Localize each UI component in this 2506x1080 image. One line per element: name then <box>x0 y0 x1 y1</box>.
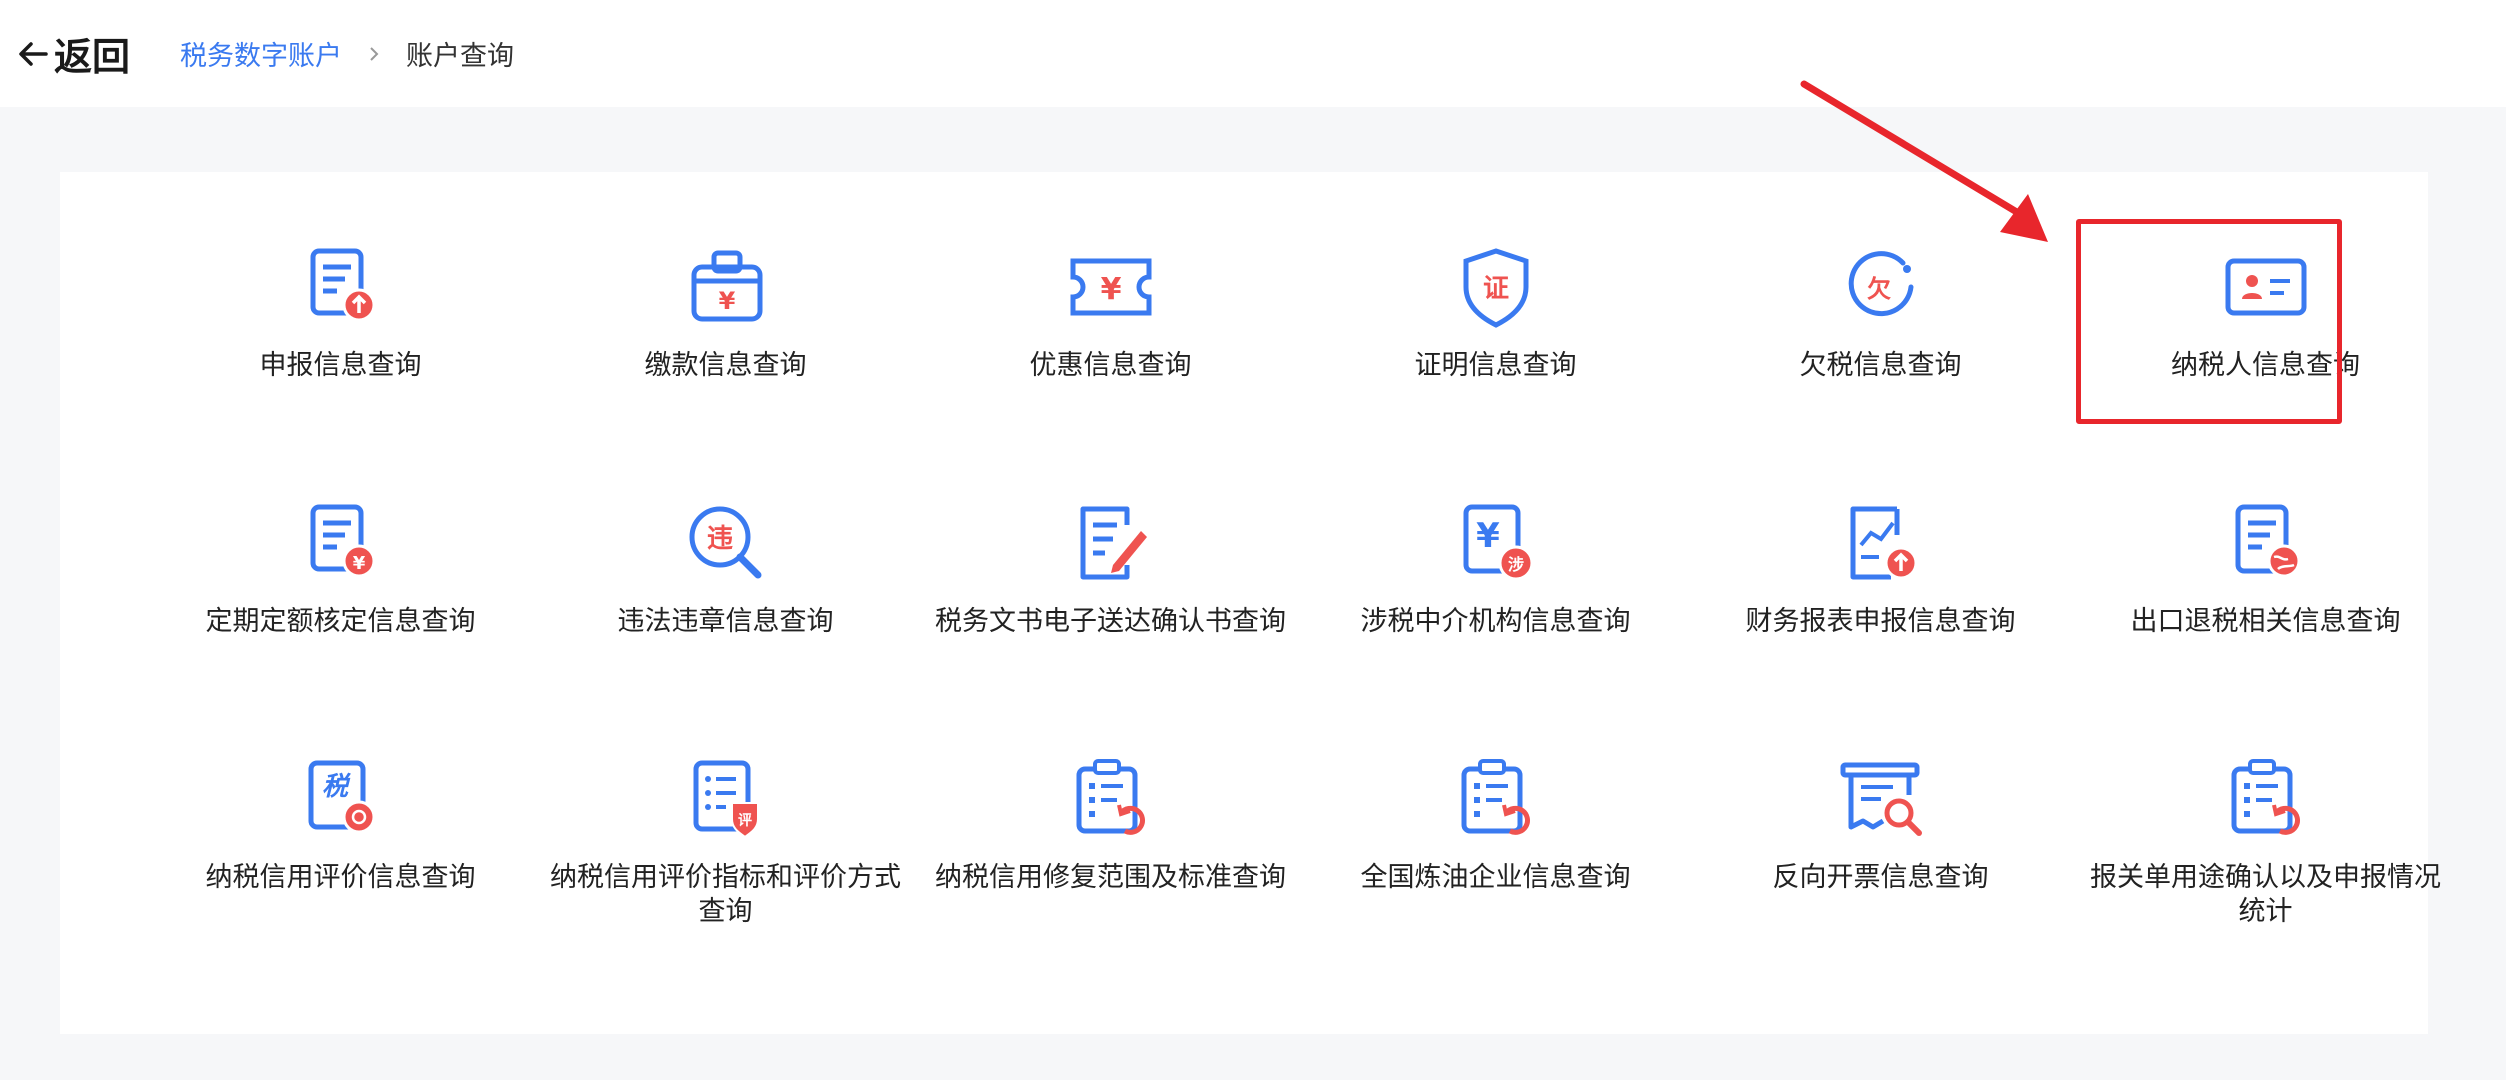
query-item-label: 违法违章信息查询 <box>617 606 834 637</box>
query-item-refinery[interactable]: 全国炼油企业信息查询 <box>1303 751 1688 895</box>
query-item-financial-report[interactable]: 财务报表申报信息查询 <box>1688 495 2073 639</box>
query-item-certificate[interactable]: 证 证明信息查询 <box>1303 239 1688 383</box>
svg-text:欠: 欠 <box>1867 275 1891 303</box>
breadcrumb: 税务数字账户 账户查询 <box>180 34 514 73</box>
query-item-label: 纳税信用修复范围及标准查询 <box>935 862 1286 893</box>
query-item-arrears[interactable]: 欠 欠税信息查询 <box>1688 239 2073 383</box>
query-item-label: 涉税中介机构信息查询 <box>1360 606 1631 637</box>
svg-text:¥: ¥ <box>352 553 365 574</box>
clipboard-refresh-icon <box>1076 759 1145 835</box>
coupon-yuan-icon: ¥ <box>1070 258 1151 316</box>
arrow-left-icon <box>19 41 48 66</box>
query-item-declaration[interactable]: 申报信息查询 <box>148 239 533 383</box>
doc-upload-icon <box>310 248 375 322</box>
query-item-label: 纳税人信息查询 <box>2171 350 2360 381</box>
query-item-label: 全国炼油企业信息查询 <box>1360 862 1631 893</box>
svg-text:¥: ¥ <box>718 287 735 315</box>
query-item-credit-repair[interactable]: 纳税信用修复范围及标准查询 <box>918 751 1303 895</box>
query-item-label: 申报信息查询 <box>259 350 422 381</box>
query-item-taxpayer-info[interactable]: 纳税人信息查询 <box>2073 239 2458 383</box>
report-chart-icon <box>1850 506 1917 580</box>
query-item-label: 税务文书电子送达确认书查询 <box>935 606 1286 637</box>
query-item-label: 欠税信息查询 <box>1799 350 1962 381</box>
clipboard-refresh-icon <box>2231 759 2300 835</box>
query-item-label: 纳税信用评价指标和评价方式查询 <box>550 862 901 927</box>
top-bar: 返回 税务数字账户 账户查询 <box>0 0 2506 107</box>
query-item-label: 出口退税相关信息查询 <box>2130 606 2401 637</box>
query-item-electronic-delivery[interactable]: 税务文书电子送达确认书查询 <box>918 495 1303 639</box>
query-item-label: 定期定额核定信息查询 <box>205 606 476 637</box>
back-label: 返回 <box>54 35 131 79</box>
agency-yuan-icon: ¥ 涉 <box>1463 504 1533 581</box>
evaluation-doc-icon: 评 <box>693 760 759 839</box>
arrears-gauge-icon: 欠 <box>1848 251 1913 317</box>
query-panel: 申报信息查询 ¥ 缴款信息查询 ¥ 优惠信息查询 证 证明信息查询 欠 欠税信息… <box>60 172 2441 1034</box>
breadcrumb-link-tax-account[interactable]: 税务数字账户 <box>180 34 342 73</box>
breadcrumb-current: 账户查询 <box>406 41 515 72</box>
query-item-credit-evaluation[interactable]: 税 纳税信用评价信息查询 <box>148 751 533 895</box>
query-item-agency[interactable]: ¥ 涉 涉税中介机构信息查询 <box>1303 495 1688 639</box>
query-item-label: 反向开票信息查询 <box>1772 862 1989 893</box>
query-item-label: 优惠信息查询 <box>1029 350 1192 381</box>
query-item-label: 财务报表申报信息查询 <box>1745 606 2016 637</box>
svg-text:评: 评 <box>738 813 752 829</box>
svg-text:¥: ¥ <box>1100 272 1121 307</box>
certificate-shield-icon: 证 <box>1463 248 1528 328</box>
back-button[interactable]: 返回 <box>16 26 130 81</box>
query-item-label: 纳税信用评价信息查询 <box>205 862 476 893</box>
query-item-label: 证明信息查询 <box>1414 350 1577 381</box>
query-item-credit-index[interactable]: 评 纳税信用评价指标和评价方式查询 <box>533 751 918 929</box>
svg-text:证: 证 <box>1482 274 1508 304</box>
query-item-label: 报关单用途确认以及申报情况统计 <box>2090 862 2441 927</box>
violation-search-icon: 违 <box>689 506 761 579</box>
id-card-icon <box>2225 258 2306 316</box>
doc-pen-icon <box>1080 506 1147 580</box>
query-item-export-refund[interactable]: 出口退税相关信息查询 <box>2073 495 2458 639</box>
svg-text:¥: ¥ <box>1476 516 1500 556</box>
svg-text:税: 税 <box>321 772 350 802</box>
query-item-fixed-quota[interactable]: ¥ 定期定额核定信息查询 <box>148 495 533 639</box>
invoice-search-icon <box>1840 762 1922 836</box>
chevron-right-icon <box>370 46 379 61</box>
wallet-yuan-icon: ¥ <box>691 250 762 322</box>
query-item-customs-declaration[interactable]: 报关单用途确认以及申报情况统计 <box>2073 751 2458 929</box>
query-item-label: 缴款信息查询 <box>644 350 807 381</box>
query-item-preferential[interactable]: ¥ 优惠信息查询 <box>918 239 1303 383</box>
query-item-payment[interactable]: ¥ 缴款信息查询 <box>533 239 918 383</box>
svg-text:涉: 涉 <box>1507 555 1523 574</box>
tax-credit-icon: 税 <box>308 760 375 834</box>
svg-text:违: 违 <box>706 524 732 554</box>
query-item-reverse-invoice[interactable]: 反向开票信息查询 <box>1688 751 2073 895</box>
doc-globe-icon <box>2235 504 2300 578</box>
query-item-violation[interactable]: 违 违法违章信息查询 <box>533 495 918 639</box>
clipboard-refresh-icon <box>1461 759 1530 835</box>
doc-yuan-icon: ¥ <box>310 504 375 578</box>
